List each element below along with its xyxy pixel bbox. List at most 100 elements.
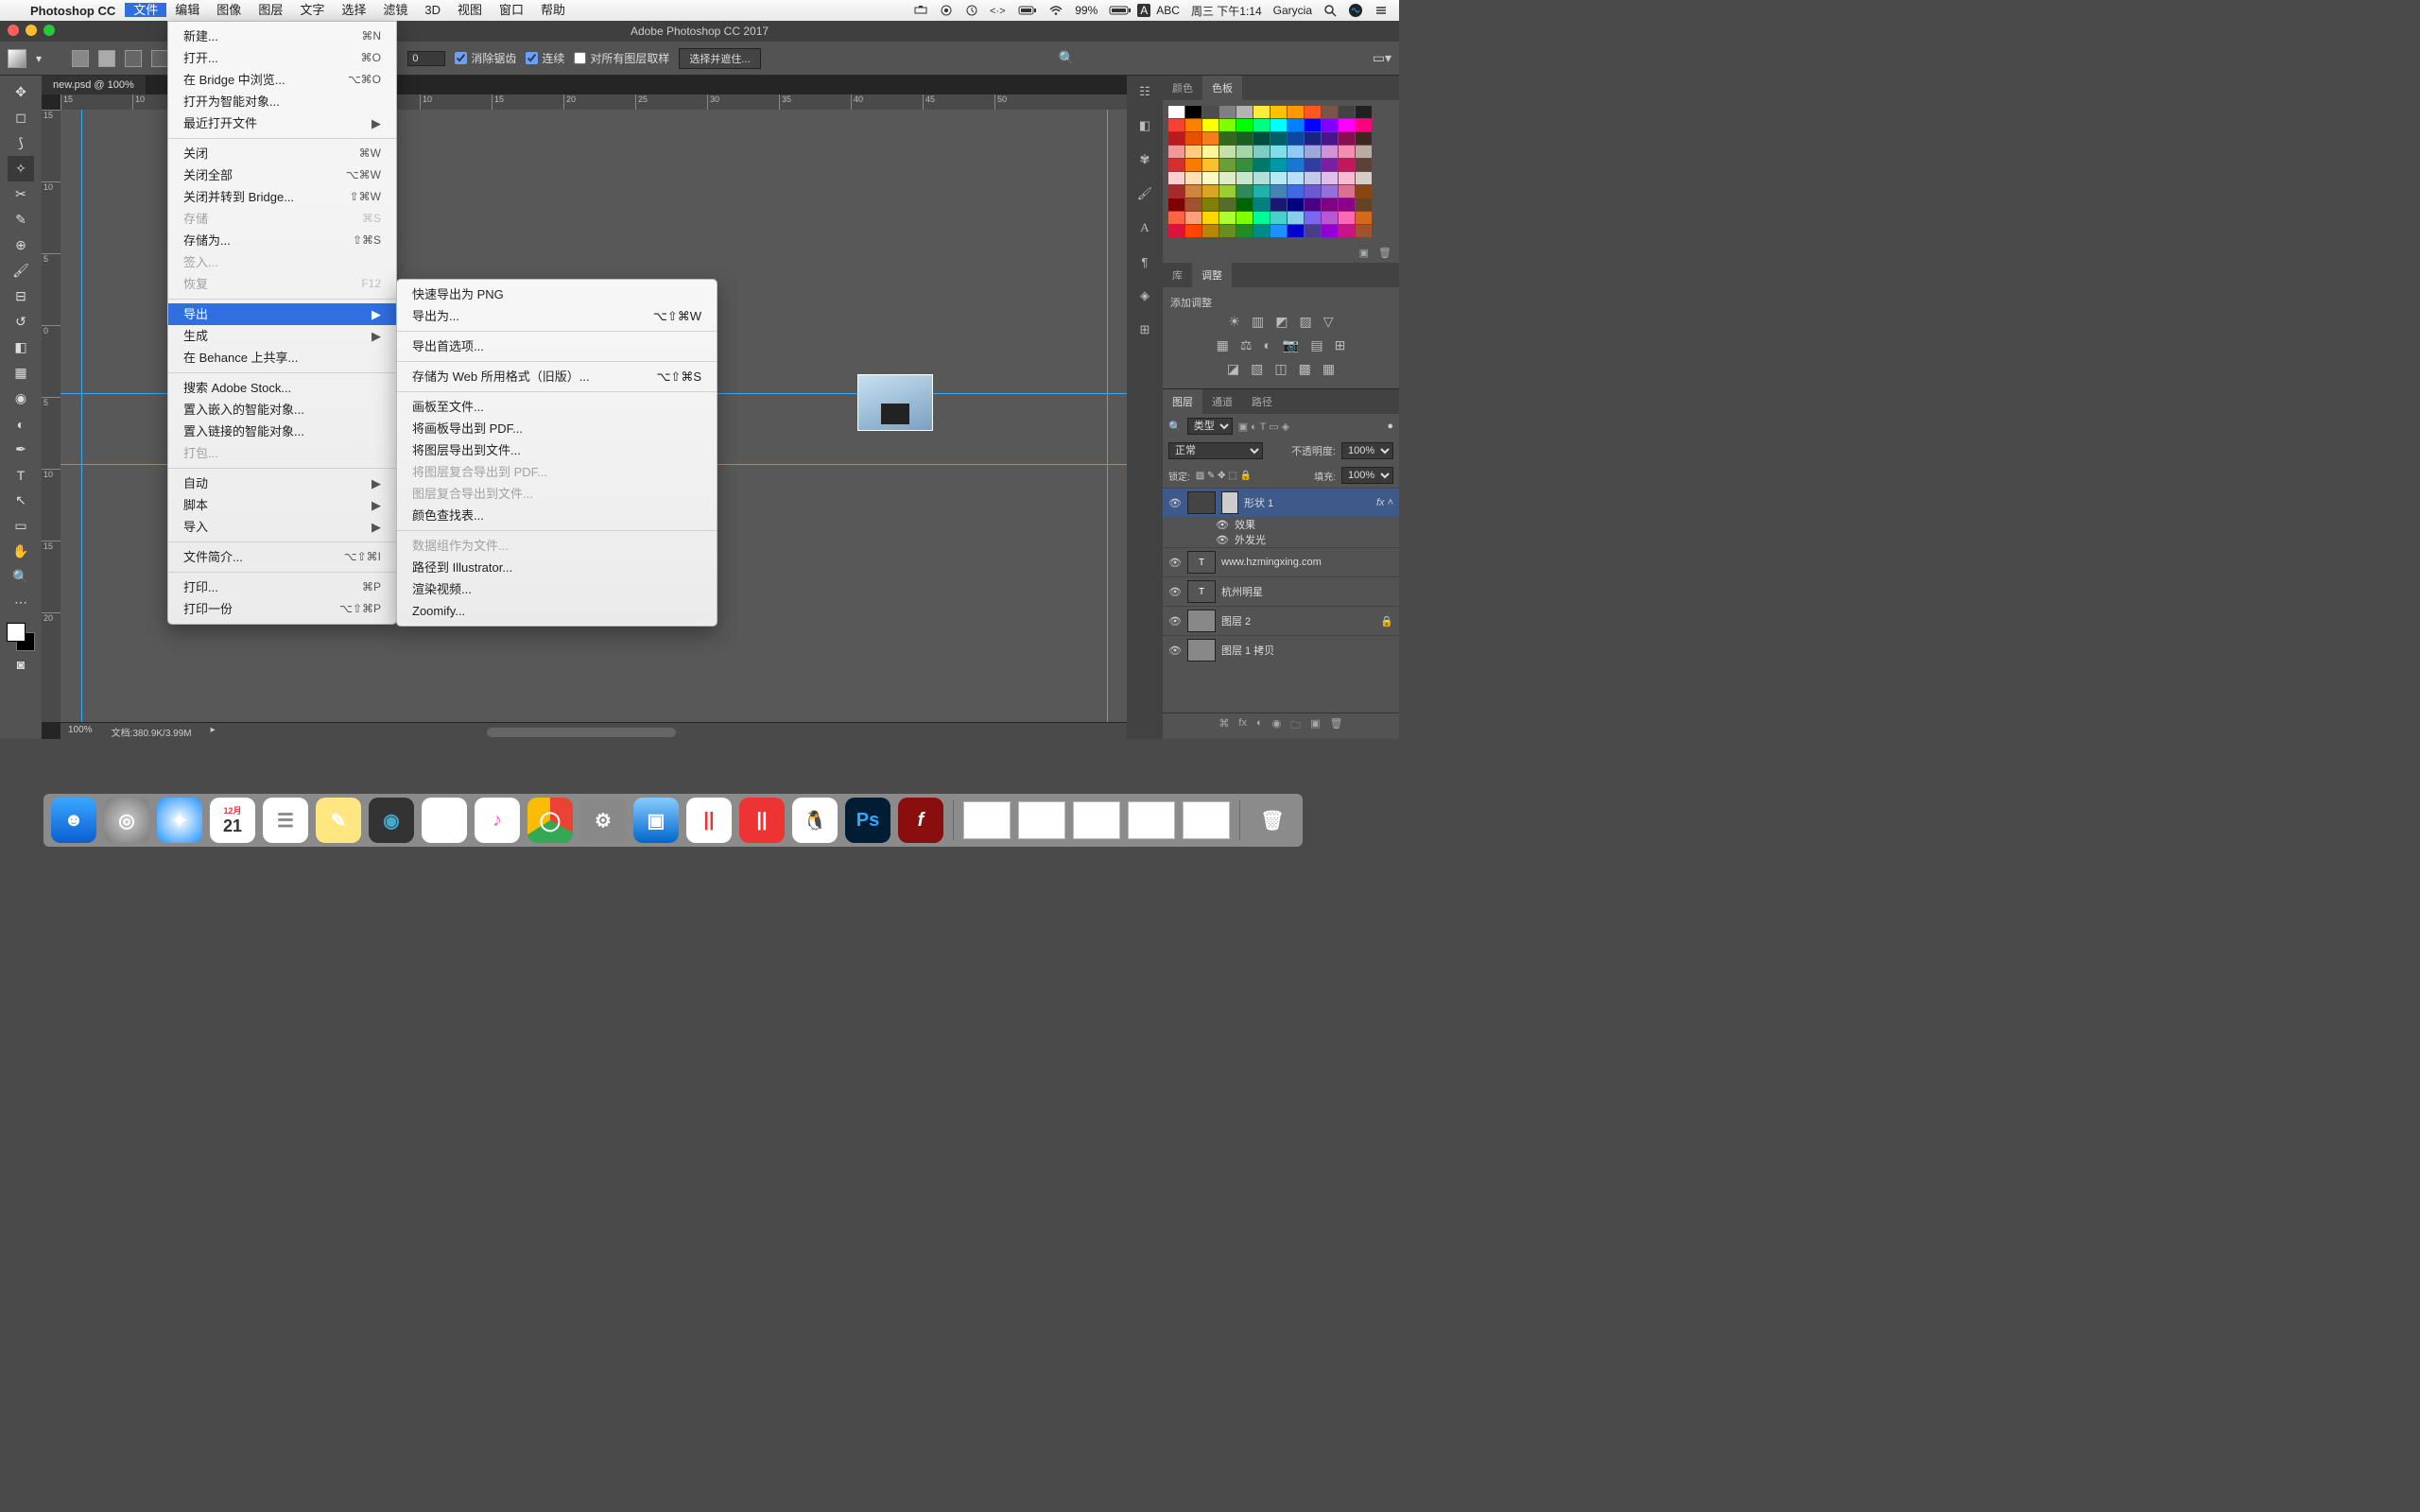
swatch[interactable] [1322, 172, 1338, 184]
swatch[interactable] [1305, 172, 1321, 184]
swatch[interactable] [1270, 185, 1287, 198]
swatch[interactable] [1168, 172, 1184, 184]
swatch[interactable] [1322, 225, 1338, 237]
stamp-tool-icon[interactable]: ⊟ [8, 284, 34, 309]
menu-窗口[interactable]: 窗口 [491, 3, 532, 17]
swatch[interactable] [1202, 225, 1219, 237]
dock-photos-icon[interactable]: ✿ [422, 798, 467, 843]
swatch[interactable] [1339, 146, 1355, 158]
swatch[interactable] [1253, 132, 1270, 145]
swatch[interactable] [1219, 132, 1236, 145]
swatch[interactable] [1339, 132, 1355, 145]
tab-paths[interactable]: 路径 [1242, 389, 1282, 414]
swatch[interactable] [1219, 146, 1236, 158]
tab-swatches[interactable]: 色板 [1202, 76, 1242, 100]
swatch[interactable] [1253, 159, 1270, 171]
swatch[interactable] [1168, 132, 1184, 145]
menu-item[interactable]: 置入链接的智能对象... [168, 421, 396, 442]
menu-item[interactable]: 最近打开文件▶ [168, 112, 396, 134]
menu-item[interactable]: 打开...⌘O [168, 47, 396, 69]
adj-icon[interactable]: ▦ [1217, 337, 1229, 353]
wifi-icon[interactable] [1043, 5, 1069, 16]
menu-item[interactable]: 导入▶ [168, 516, 396, 538]
marquee-tool-icon[interactable]: ◻ [8, 105, 34, 130]
zoom-level[interactable]: 100% [68, 725, 93, 737]
swatch[interactable] [1253, 212, 1270, 224]
history-panel-icon[interactable]: ☷ [1134, 83, 1155, 100]
dock-quicktime-icon[interactable]: ◉ [369, 798, 414, 843]
adj-icon[interactable]: ◫ [1274, 361, 1287, 377]
swatch[interactable] [1253, 185, 1270, 198]
dock-photoshop-icon[interactable]: Ps [845, 798, 890, 843]
scrollbar-horizontal[interactable] [487, 728, 676, 737]
adj-layer-icon[interactable]: ◉ [1272, 717, 1282, 735]
layer-row[interactable]: 👁图层 2🔒 [1163, 606, 1399, 635]
swatch[interactable] [1219, 225, 1236, 237]
menu-item[interactable]: 在 Bridge 中浏览...⌥⌘O [168, 69, 396, 91]
swatch[interactable] [1219, 172, 1236, 184]
move-tool-icon[interactable]: ✥ [8, 79, 34, 105]
adj-icon[interactable]: 📷 [1283, 337, 1299, 353]
swatch[interactable] [1236, 146, 1253, 158]
mask-icon[interactable]: ◐ [1256, 717, 1263, 735]
menu-item[interactable]: 导出▶ [168, 303, 396, 325]
dock-settings-icon[interactable]: ⚙ [580, 798, 626, 843]
tab-libraries[interactable]: 库 [1163, 263, 1192, 287]
history-tool-icon[interactable]: ↺ [8, 309, 34, 335]
swatch[interactable] [1202, 212, 1219, 224]
layer-row[interactable]: 👁Twww.hzmingxing.com [1163, 547, 1399, 576]
minimize-icon[interactable] [26, 25, 37, 36]
swatch[interactable] [1236, 132, 1253, 145]
layer-row[interactable]: 👁图层 1 拷贝 [1163, 635, 1399, 664]
status-icon[interactable] [959, 5, 984, 16]
swatch[interactable] [1322, 106, 1338, 118]
new-swatch-icon[interactable]: ▣ [1359, 247, 1369, 259]
swatch[interactable] [1356, 106, 1372, 118]
adj-icon[interactable]: ⚖ [1240, 337, 1253, 353]
lasso-tool-icon[interactable]: ⟆ [8, 130, 34, 156]
swatch[interactable] [1270, 146, 1287, 158]
swatch[interactable] [1305, 159, 1321, 171]
color-picker[interactable] [7, 623, 35, 651]
swatch[interactable] [1305, 212, 1321, 224]
swatch[interactable] [1219, 185, 1236, 198]
dock-parallels-icon[interactable]: || [686, 798, 732, 843]
menu-视图[interactable]: 视图 [449, 3, 491, 17]
swatch[interactable] [1288, 172, 1304, 184]
swatch[interactable] [1185, 225, 1201, 237]
swatch[interactable] [1305, 146, 1321, 158]
eraser-tool-icon[interactable]: ◧ [8, 335, 34, 360]
tab-layers[interactable]: 图层 [1163, 389, 1202, 414]
menu-选择[interactable]: 选择 [333, 3, 374, 17]
adj-icon[interactable]: ▧ [1251, 361, 1263, 377]
antialias-checkbox[interactable] [455, 52, 467, 64]
dock-flash-icon[interactable]: f [898, 798, 943, 843]
swatch[interactable] [1305, 132, 1321, 145]
swatch[interactable] [1288, 225, 1304, 237]
swatch[interactable] [1339, 185, 1355, 198]
swatch[interactable] [1305, 106, 1321, 118]
swatch[interactable] [1270, 212, 1287, 224]
swatch[interactable] [1339, 106, 1355, 118]
tab-color[interactable]: 颜色 [1163, 76, 1202, 100]
dock-window-thumb[interactable] [1183, 801, 1230, 839]
dock-calendar-icon[interactable]: 12月21 [210, 798, 255, 843]
date-time[interactable]: 周三 下午1:14 [1185, 3, 1268, 19]
para-panel-icon[interactable]: ¶ [1134, 253, 1155, 270]
status-icon[interactable] [1012, 5, 1043, 16]
pen-tool-icon[interactable]: ✒ [8, 437, 34, 462]
swatch[interactable] [1270, 106, 1287, 118]
swatch[interactable] [1322, 132, 1338, 145]
swatch[interactable] [1236, 212, 1253, 224]
swatch[interactable] [1185, 185, 1201, 198]
swatch[interactable] [1168, 146, 1184, 158]
gradient-tool-icon[interactable]: ▦ [8, 360, 34, 386]
swatch[interactable] [1339, 159, 1355, 171]
brushset-panel-icon[interactable]: 🖌 [1134, 185, 1155, 202]
menu-item[interactable]: 打印...⌘P [168, 576, 396, 598]
select-mask-button[interactable]: 选择并遮住... [679, 48, 760, 69]
menu-item[interactable]: 关闭⌘W [168, 143, 396, 164]
workspace-icon[interactable]: ▭▾ [1373, 50, 1392, 66]
status-icon[interactable] [933, 5, 959, 16]
swatch[interactable] [1288, 119, 1304, 131]
